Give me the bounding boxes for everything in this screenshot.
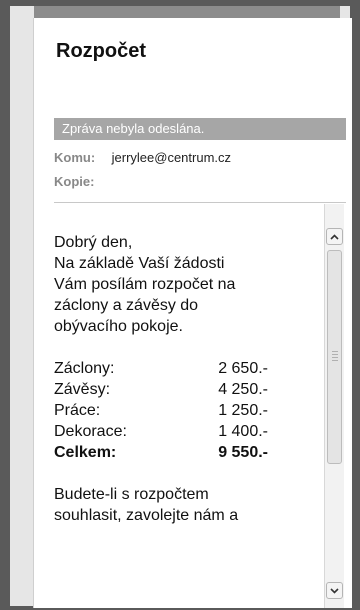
to-label: Komu: xyxy=(54,150,96,165)
to-row: Komu: jerrylee@centrum.cz xyxy=(54,150,231,165)
item-name: Práce: xyxy=(54,402,101,419)
cc-row: Kopie: xyxy=(54,174,108,189)
message-subject: Rozpočet xyxy=(56,40,146,62)
body-line: Na základě Vaší žádosti xyxy=(54,255,225,272)
budget-total: Celkem: 9 550.- xyxy=(54,442,316,463)
body-line: Dobrý den, xyxy=(54,234,133,251)
body-line: Vám posílám rozpočet na xyxy=(54,276,236,293)
header-divider xyxy=(54,202,346,203)
body-line: Budete-li s rozpočtem xyxy=(54,486,209,503)
status-bar: Zpráva nebyla odeslána. xyxy=(54,118,346,140)
vertical-scrollbar[interactable] xyxy=(324,204,344,608)
chevron-down-icon xyxy=(330,587,339,594)
scroll-thumb[interactable] xyxy=(327,250,342,464)
body-line: obývacího pokoje. xyxy=(54,318,183,335)
item-amount: 1 250.- xyxy=(218,402,268,419)
frame-left-edge xyxy=(10,6,34,606)
message-body[interactable]: Dobrý den, Na základě Vaší žádosti Vám p… xyxy=(54,232,316,526)
budget-item: Záclony: 2 650.- xyxy=(54,358,316,379)
body-line: záclony a závěsy do xyxy=(54,297,199,314)
item-name: Závěsy: xyxy=(54,381,111,398)
item-amount: 4 250.- xyxy=(218,381,268,398)
budget-item: Dekorace: 1 400.- xyxy=(54,421,316,442)
item-name: Záclony: xyxy=(54,360,115,377)
chevron-up-icon xyxy=(330,233,339,240)
intro-paragraph: Dobrý den, Na základě Vaší žádosti Vám p… xyxy=(54,232,316,337)
item-name: Dekorace: xyxy=(54,423,127,440)
total-name: Celkem: xyxy=(54,444,117,461)
total-amount: 9 550.- xyxy=(218,444,268,461)
grip-icon xyxy=(332,351,338,363)
budget-item: Práce: 1 250.- xyxy=(54,400,316,421)
item-amount: 1 400.- xyxy=(218,423,268,440)
scroll-up-button[interactable] xyxy=(326,228,343,245)
budget-item: Závěsy: 4 250.- xyxy=(54,379,316,400)
cc-label: Kopie: xyxy=(54,174,95,189)
closing-paragraph: Budete-li s rozpočtem souhlasit, zavolej… xyxy=(54,484,316,526)
scroll-down-button[interactable] xyxy=(326,582,343,599)
body-line: souhlasit, zavolejte nám a xyxy=(54,507,239,524)
message-panel: Rozpočet Zpráva nebyla odeslána. Komu: j… xyxy=(33,18,352,608)
item-amount: 2 650.- xyxy=(218,360,268,377)
to-value[interactable]: jerrylee@centrum.cz xyxy=(112,150,231,165)
budget-list: Záclony: 2 650.- Závěsy: 4 250.- Práce: … xyxy=(54,358,316,463)
